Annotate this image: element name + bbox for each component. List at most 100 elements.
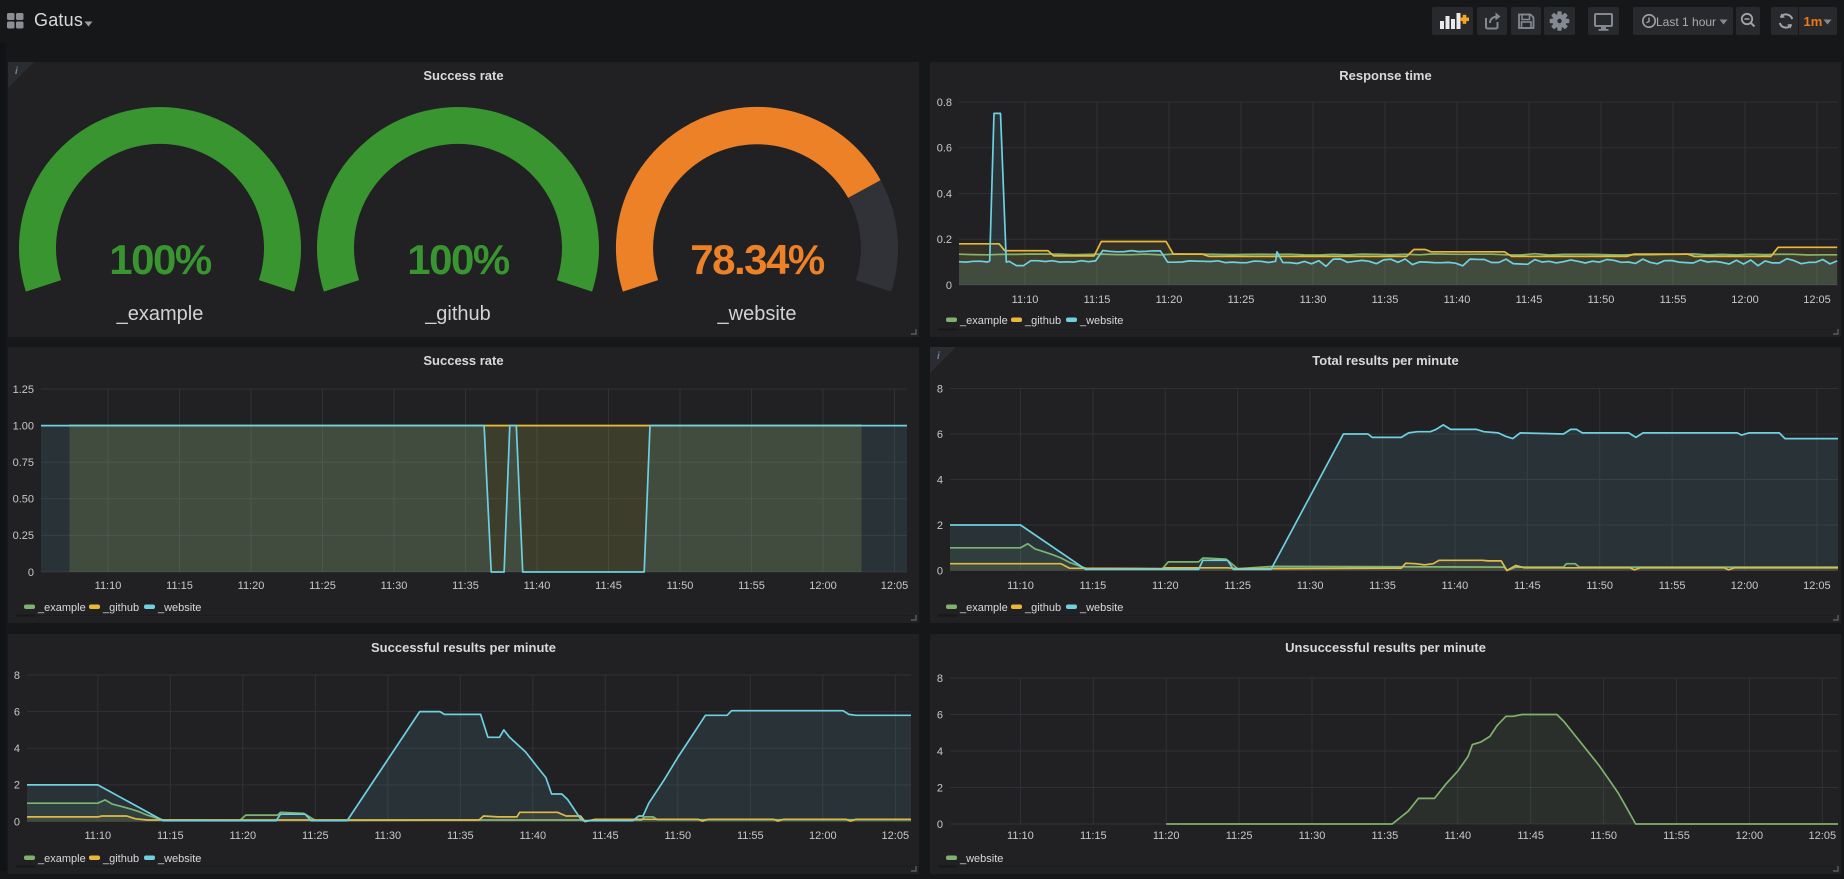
svg-text:2: 2: [14, 780, 20, 792]
svg-text:11:30: 11:30: [1297, 580, 1324, 592]
svg-text:11:10: 11:10: [1007, 830, 1034, 842]
svg-text:_example: _example: [37, 602, 86, 614]
svg-text:2: 2: [937, 520, 943, 532]
svg-text:i: i: [15, 66, 18, 77]
svg-text:11:40: 11:40: [1444, 294, 1471, 306]
svg-text:0: 0: [937, 565, 943, 577]
svg-text:11:55: 11:55: [738, 580, 765, 592]
svg-text:0.50: 0.50: [13, 494, 34, 506]
svg-text:0.8: 0.8: [937, 97, 952, 109]
svg-text:11:20: 11:20: [238, 580, 265, 592]
svg-text:11:35: 11:35: [1372, 294, 1399, 306]
svg-text:11:25: 11:25: [1224, 580, 1251, 592]
svg-text:12:05: 12:05: [882, 830, 910, 842]
svg-text:12:00: 12:00: [1736, 830, 1764, 842]
svg-text:12:00: 12:00: [1731, 294, 1759, 306]
svg-text:Unsuccessful results per minut: Unsuccessful results per minute: [1285, 640, 1486, 655]
svg-text:11:45: 11:45: [595, 580, 622, 592]
svg-text:11:10: 11:10: [1012, 294, 1039, 306]
svg-text:Successful results per minute: Successful results per minute: [371, 640, 556, 655]
svg-text:4: 4: [14, 743, 20, 755]
svg-text:11:25: 11:25: [309, 580, 336, 592]
svg-text:6: 6: [937, 429, 943, 441]
svg-text:_website: _website: [959, 853, 1003, 865]
svg-text:12:00: 12:00: [809, 580, 837, 592]
svg-text:_example: _example: [959, 315, 1008, 327]
svg-text:Success rate: Success rate: [423, 353, 503, 368]
svg-text:Response time: Response time: [1339, 68, 1431, 83]
svg-text:11:45: 11:45: [1517, 830, 1544, 842]
svg-text:11:30: 11:30: [374, 830, 401, 842]
svg-text:11:40: 11:40: [524, 580, 551, 592]
svg-text:2: 2: [937, 782, 943, 794]
svg-text:_website: _website: [1079, 315, 1123, 327]
svg-text:11:10: 11:10: [95, 580, 122, 592]
svg-text:4: 4: [937, 746, 943, 758]
svg-text:11:50: 11:50: [1588, 294, 1615, 306]
svg-text:_github: _github: [1024, 315, 1061, 327]
svg-text:_website: _website: [157, 602, 201, 614]
svg-text:11:55: 11:55: [1663, 830, 1690, 842]
svg-text:11:50: 11:50: [1590, 830, 1617, 842]
svg-text:11:35: 11:35: [447, 830, 474, 842]
svg-text:12:05: 12:05: [881, 580, 909, 592]
svg-text:11:40: 11:40: [1442, 580, 1469, 592]
svg-text:_github: _github: [102, 853, 139, 865]
svg-text:11:55: 11:55: [1660, 294, 1687, 306]
svg-text:1.25: 1.25: [13, 384, 34, 396]
svg-text:0.4: 0.4: [937, 188, 952, 200]
svg-text:_github: _github: [102, 602, 139, 614]
svg-text:11:25: 11:25: [1226, 830, 1253, 842]
svg-text:11:20: 11:20: [229, 830, 256, 842]
svg-text:0: 0: [937, 819, 943, 831]
svg-text:11:15: 11:15: [1084, 294, 1111, 306]
svg-text:_website: _website: [157, 853, 201, 865]
svg-text:0.75: 0.75: [13, 457, 34, 469]
svg-text:100%: 100%: [407, 236, 510, 283]
svg-text:12:05: 12:05: [1809, 830, 1837, 842]
svg-text:_example: _example: [959, 602, 1008, 614]
svg-text:_website: _website: [717, 303, 797, 325]
svg-text:11:15: 11:15: [1080, 580, 1107, 592]
svg-text:11:20: 11:20: [1153, 830, 1180, 842]
svg-text:i: i: [937, 351, 940, 362]
svg-text:12:00: 12:00: [1731, 580, 1759, 592]
svg-text:12:05: 12:05: [1803, 294, 1831, 306]
svg-text:6: 6: [14, 706, 20, 718]
svg-text:11:15: 11:15: [1080, 830, 1107, 842]
svg-text:11:20: 11:20: [1152, 580, 1179, 592]
svg-text:11:30: 11:30: [1299, 830, 1326, 842]
svg-text:_example: _example: [116, 303, 204, 325]
svg-text:Success rate: Success rate: [423, 68, 503, 83]
svg-text:_example: _example: [37, 853, 86, 865]
svg-text:Total results per minute: Total results per minute: [1312, 353, 1458, 368]
svg-text:_github: _github: [1024, 602, 1061, 614]
svg-text:6: 6: [937, 709, 943, 721]
svg-text:11:50: 11:50: [1586, 580, 1613, 592]
svg-text:11:35: 11:35: [1369, 580, 1396, 592]
svg-text:_website: _website: [1079, 602, 1123, 614]
svg-text:11:25: 11:25: [302, 830, 329, 842]
svg-text:11:55: 11:55: [737, 830, 764, 842]
svg-text:11:10: 11:10: [1007, 580, 1034, 592]
svg-text:11:20: 11:20: [1156, 294, 1183, 306]
svg-text:11:15: 11:15: [157, 830, 184, 842]
svg-text:0: 0: [14, 816, 20, 828]
svg-text:0: 0: [28, 567, 34, 579]
svg-text:11:25: 11:25: [1228, 294, 1255, 306]
svg-text:11:15: 11:15: [166, 580, 193, 592]
svg-text:11:40: 11:40: [1444, 830, 1471, 842]
svg-text:0: 0: [946, 280, 952, 292]
svg-text:8: 8: [937, 673, 943, 685]
svg-text:11:30: 11:30: [1300, 294, 1327, 306]
svg-text:11:30: 11:30: [381, 580, 408, 592]
svg-text:11:45: 11:45: [592, 830, 619, 842]
svg-text:11:45: 11:45: [1514, 580, 1541, 592]
svg-text:11:35: 11:35: [1372, 830, 1399, 842]
svg-text:78.34%: 78.34%: [690, 236, 825, 283]
svg-text:_github: _github: [424, 303, 491, 325]
svg-text:11:45: 11:45: [1516, 294, 1543, 306]
svg-text:12:00: 12:00: [809, 830, 837, 842]
svg-text:11:10: 11:10: [84, 830, 111, 842]
svg-text:0.2: 0.2: [937, 234, 952, 246]
